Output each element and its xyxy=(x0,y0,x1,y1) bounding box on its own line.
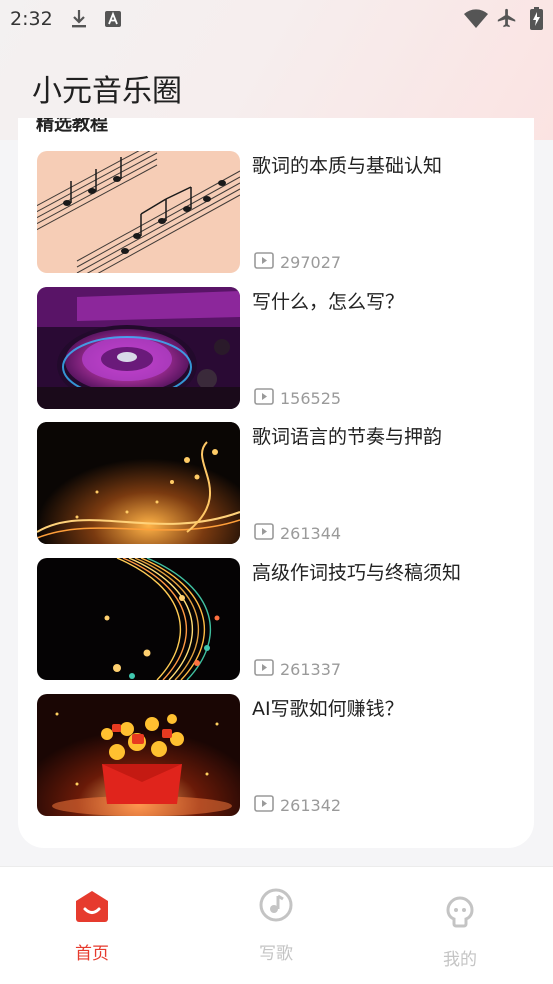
tutorial-title: AI写歌如何赚钱？ xyxy=(252,698,404,720)
video-play-icon xyxy=(254,251,274,273)
tutorial-title: 高级作词技巧与终稿须知 xyxy=(252,562,462,584)
tutorial-item[interactable]: 写什么，怎么写？ 156525 xyxy=(37,287,517,411)
tab-write-song[interactable]: 写歌 xyxy=(184,867,368,984)
tutorial-item[interactable]: 高级作词技巧与终稿须知 261337 xyxy=(37,558,517,682)
tutorial-item[interactable]: 歌词的本质与基础认知 297027 xyxy=(37,151,517,275)
page-title: 小元音乐圈 xyxy=(32,74,182,109)
view-count: 261342 xyxy=(254,794,341,816)
video-play-icon xyxy=(254,794,274,816)
tab-home[interactable]: 首页 xyxy=(0,867,184,984)
download-icon xyxy=(70,8,88,34)
video-play-icon xyxy=(254,658,274,680)
wifi-icon xyxy=(463,9,489,33)
view-count-value: 297027 xyxy=(280,252,342,272)
view-count-value: 261342 xyxy=(280,795,342,815)
video-play-icon xyxy=(254,387,274,409)
view-count: 156525 xyxy=(254,387,341,409)
view-count: 297027 xyxy=(254,251,341,273)
bottom-navigation: 首页 写歌 我的 xyxy=(0,866,553,984)
tab-home-label: 首页 xyxy=(75,944,109,964)
view-count-value: 261337 xyxy=(280,659,342,679)
tutorial-title: 写什么，怎么写？ xyxy=(252,291,405,313)
dj-turntable-image xyxy=(37,287,240,409)
tutorial-title: 歌词语言的节奏与押韵 xyxy=(252,426,443,448)
status-bar: 2:32 xyxy=(0,0,553,38)
video-play-icon xyxy=(254,522,274,544)
profile-icon xyxy=(445,895,475,933)
tab-profile-label: 我的 xyxy=(443,950,477,970)
view-count: 261344 xyxy=(254,522,341,544)
tutorial-item[interactable]: 歌词语言的节奏与押韵 261344 xyxy=(37,422,517,546)
airplane-mode-icon xyxy=(496,7,518,33)
battery-charging-icon xyxy=(530,7,543,34)
red-envelope-coins-image xyxy=(37,694,240,816)
view-count: 261337 xyxy=(254,658,341,680)
font-a-icon xyxy=(104,10,122,32)
swirling-music-notes-image xyxy=(37,558,240,680)
music-note-icon xyxy=(258,887,294,927)
home-icon xyxy=(74,889,110,927)
tab-write-song-label: 写歌 xyxy=(259,944,293,964)
view-count-value: 261344 xyxy=(280,523,342,543)
tutorial-title: 歌词的本质与基础认知 xyxy=(252,155,443,177)
tab-profile[interactable]: 我的 xyxy=(368,867,552,984)
sheet-music-image xyxy=(37,151,240,273)
golden-music-wave-image xyxy=(37,422,240,544)
status-time: 2:32 xyxy=(10,8,53,30)
tutorial-item[interactable]: AI写歌如何赚钱？ 261342 xyxy=(37,694,517,818)
view-count-value: 156525 xyxy=(280,388,342,408)
